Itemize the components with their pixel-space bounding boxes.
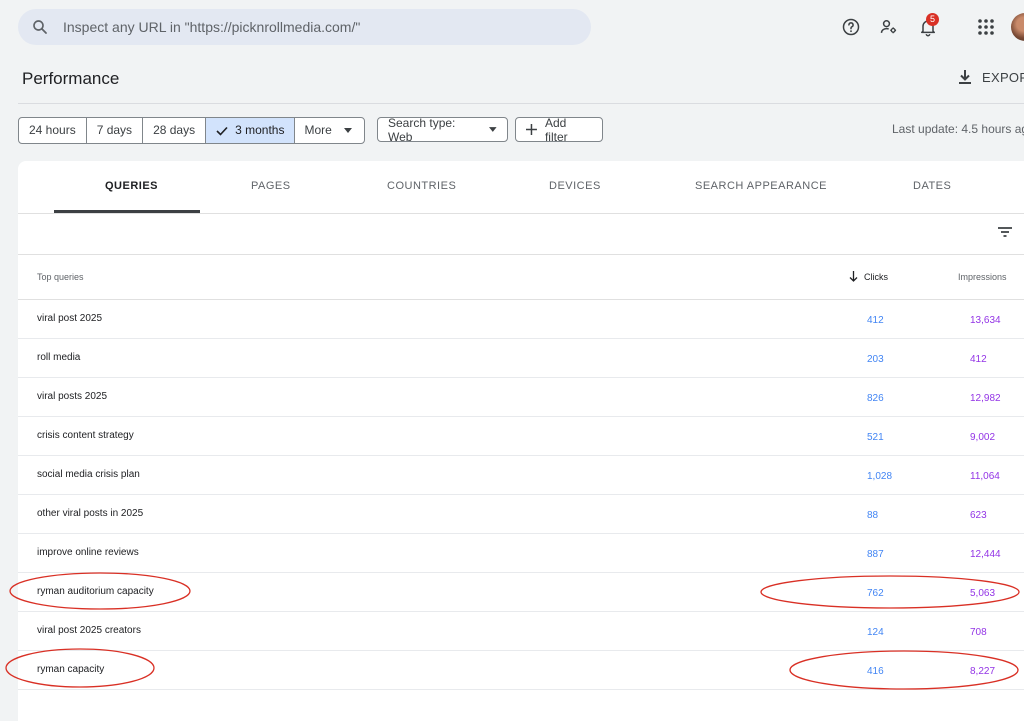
queries-card: QUERIES PAGES COUNTRIES DEVICES SEARCH A… bbox=[18, 161, 1024, 721]
clicks-cell: 203 bbox=[867, 354, 884, 365]
query-cell: viral post 2025 bbox=[37, 313, 103, 324]
impressions-cell: 9,002 bbox=[970, 432, 996, 443]
query-cell: viral post 2025 creators bbox=[37, 625, 141, 636]
table-row[interactable]: improve online reviews 887 12,444 bbox=[18, 534, 1024, 573]
dropdown-arrow-icon bbox=[343, 128, 352, 133]
table-filter-row bbox=[18, 214, 1024, 255]
clicks-cell: 762 bbox=[867, 588, 884, 599]
table-row[interactable]: ryman auditorium capacity 762 5,063 bbox=[18, 573, 1024, 612]
date-range-label: 28 days bbox=[153, 123, 196, 137]
table-header: Top queries Clicks Impressions bbox=[18, 255, 1024, 300]
impressions-cell: 623 bbox=[970, 510, 987, 521]
search-type-dropdown[interactable]: Search type: Web bbox=[377, 115, 508, 144]
query-cell: other viral posts in 2025 bbox=[37, 508, 144, 519]
table-row[interactable]: viral post 2025 412 13,634 bbox=[18, 300, 1024, 339]
top-bar: 5 bbox=[0, 0, 1024, 56]
dimension-tabs: QUERIES PAGES COUNTRIES DEVICES SEARCH A… bbox=[18, 161, 1024, 214]
tab-countries[interactable]: COUNTRIES bbox=[387, 180, 456, 192]
download-icon bbox=[959, 70, 971, 84]
query-cell: ryman auditorium capacity bbox=[37, 586, 154, 597]
query-cell: improve online reviews bbox=[37, 547, 139, 558]
apps-grid-icon[interactable] bbox=[975, 16, 997, 38]
tab-pages[interactable]: PAGES bbox=[251, 180, 291, 192]
date-range-label: 24 hours bbox=[29, 123, 76, 137]
url-inspect-search[interactable] bbox=[18, 9, 591, 45]
date-range-label: 7 days bbox=[96, 123, 133, 137]
table-row[interactable]: crisis content strategy 521 9,002 bbox=[18, 417, 1024, 456]
clicks-cell: 521 bbox=[867, 432, 884, 443]
search-type-label: Search type: Web bbox=[388, 115, 456, 144]
query-cell: roll media bbox=[37, 352, 81, 363]
header-clicks-label: Clicks bbox=[864, 271, 888, 282]
manage-users-icon[interactable] bbox=[878, 16, 900, 38]
export-label: EXPORT bbox=[982, 69, 1024, 85]
tab-queries[interactable]: QUERIES bbox=[105, 180, 158, 192]
impressions-cell: 8,227 bbox=[970, 666, 996, 677]
date-range-24-hours[interactable]: 24 hours bbox=[19, 118, 87, 143]
help-icon[interactable] bbox=[840, 16, 862, 38]
query-cell: ryman capacity bbox=[37, 664, 105, 675]
search-icon bbox=[33, 20, 47, 34]
clicks-cell: 88 bbox=[867, 510, 879, 521]
clicks-cell: 1,028 bbox=[867, 471, 893, 482]
tab-search-appearance[interactable]: SEARCH APPEARANCE bbox=[695, 180, 827, 192]
table-row[interactable]: roll media 203 412 bbox=[18, 339, 1024, 378]
check-icon bbox=[216, 126, 228, 136]
header-clicks[interactable]: Clicks bbox=[849, 271, 888, 282]
clicks-cell: 887 bbox=[867, 549, 884, 560]
impressions-cell: 12,982 bbox=[970, 393, 1001, 404]
table-row[interactable]: other viral posts in 2025 88 623 bbox=[18, 495, 1024, 534]
tab-dates[interactable]: DATES bbox=[913, 180, 951, 192]
impressions-cell: 5,063 bbox=[970, 588, 996, 599]
impressions-cell: 412 bbox=[970, 354, 987, 365]
date-range-more[interactable]: More bbox=[295, 118, 363, 143]
query-cell: crisis content strategy bbox=[37, 430, 134, 441]
export-button[interactable]: EXPORT bbox=[958, 69, 1024, 85]
add-filter-button[interactable]: Add filter bbox=[515, 115, 603, 144]
header-impressions[interactable]: Impressions bbox=[958, 272, 1007, 282]
page-title: Performance bbox=[22, 69, 120, 88]
date-range-3-months[interactable]: 3 months bbox=[206, 118, 296, 143]
date-range-selector: 24 hours 7 days 28 days 3 months More bbox=[18, 117, 365, 144]
tab-devices[interactable]: DEVICES bbox=[549, 180, 601, 192]
clicks-cell: 826 bbox=[867, 393, 884, 404]
query-cell: viral posts 2025 bbox=[37, 391, 108, 402]
search-input[interactable] bbox=[61, 18, 565, 36]
header-top-queries[interactable]: Top queries bbox=[37, 272, 84, 282]
date-range-7-days[interactable]: 7 days bbox=[87, 118, 144, 143]
filter-list-icon[interactable] bbox=[996, 223, 1014, 241]
dropdown-arrow-icon bbox=[489, 127, 497, 132]
avatar[interactable] bbox=[1011, 13, 1024, 41]
table-row[interactable]: social media crisis plan 1,028 11,064 bbox=[18, 456, 1024, 495]
clicks-cell: 416 bbox=[867, 666, 884, 677]
notification-count-badge: 5 bbox=[926, 13, 939, 26]
clicks-cell: 124 bbox=[867, 627, 884, 638]
add-filter-label: Add filter bbox=[544, 115, 568, 144]
impressions-cell: 12,444 bbox=[970, 549, 1001, 560]
date-range-28-days[interactable]: 28 days bbox=[143, 118, 207, 143]
date-range-label: More bbox=[304, 123, 332, 137]
impressions-cell: 13,634 bbox=[970, 315, 1001, 326]
table-row[interactable]: viral posts 2025 826 12,982 bbox=[18, 378, 1024, 417]
impressions-cell: 708 bbox=[970, 627, 987, 638]
table-row[interactable]: ryman capacity 416 8,227 bbox=[18, 651, 1024, 690]
sort-descending-icon bbox=[849, 271, 858, 282]
impressions-cell: 11,064 bbox=[970, 471, 1000, 482]
table-row[interactable]: viral post 2025 creators 124 708 bbox=[18, 612, 1024, 651]
query-cell: social media crisis plan bbox=[37, 469, 140, 480]
active-tab-indicator bbox=[54, 210, 200, 213]
clicks-cell: 412 bbox=[867, 315, 884, 326]
last-update-text: Last update: 4.5 hours ag bbox=[892, 122, 1024, 136]
divider bbox=[18, 103, 1024, 104]
date-range-label: 3 months bbox=[235, 123, 285, 137]
plus-icon bbox=[526, 124, 537, 135]
